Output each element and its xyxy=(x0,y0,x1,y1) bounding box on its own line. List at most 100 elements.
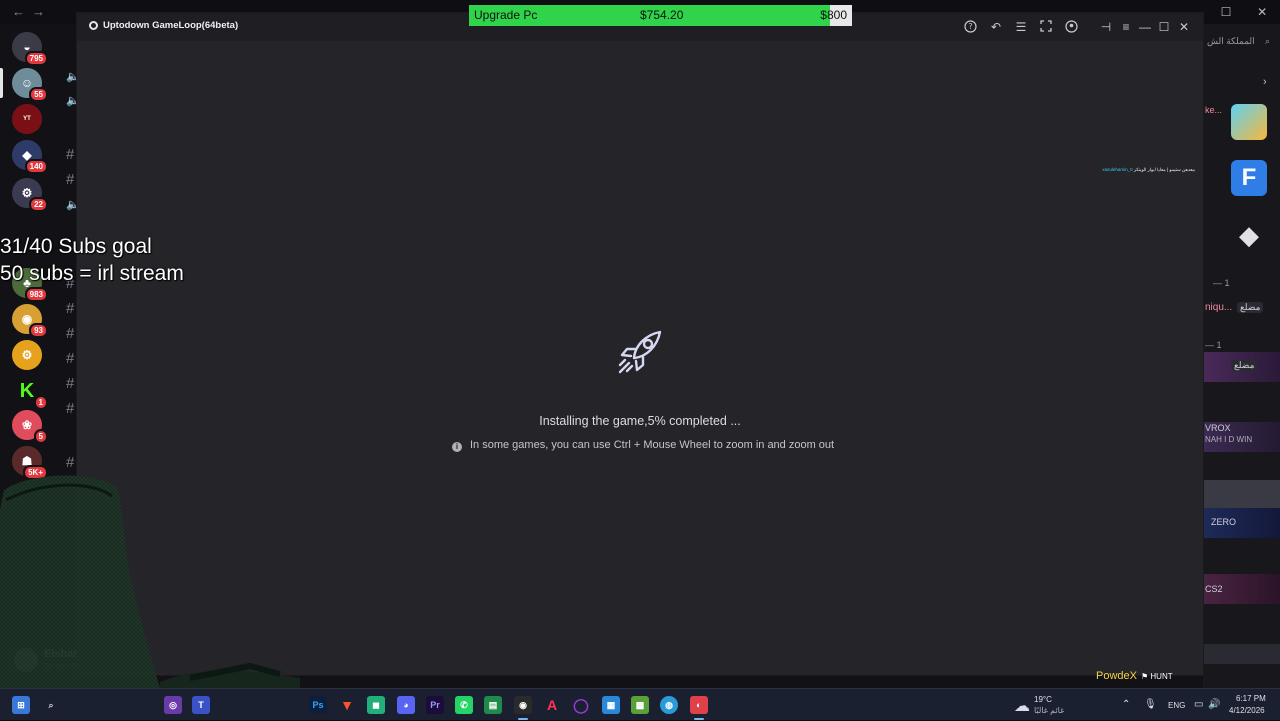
weather-desc[interactable]: غائم غالبًا xyxy=(1034,706,1064,715)
goal-current: $754.20 xyxy=(640,8,684,22)
upgrade-goal-bar: Upgrade Pc $754.20 $800 xyxy=(469,5,852,26)
server-icon-home[interactable]: ◒ 795 xyxy=(12,32,48,66)
weather-temp[interactable]: 19°C xyxy=(1034,695,1052,704)
rocket-icon xyxy=(618,330,662,374)
list-item[interactable]: niqu... xyxy=(1205,302,1232,313)
unread-badge: 983 xyxy=(24,287,48,302)
discord-icon[interactable]: ◕ xyxy=(397,696,415,714)
hash-icon[interactable]: # xyxy=(66,300,74,317)
list-item[interactable]: VROX xyxy=(1205,423,1231,433)
volume-icon[interactable]: 🔊 xyxy=(1208,699,1220,710)
clock-time[interactable]: 6:17 PM xyxy=(1236,694,1266,703)
menu-icon[interactable]: ≡ xyxy=(1119,20,1133,34)
language-indicator[interactable]: ENG xyxy=(1168,701,1185,710)
list-item: — 1 xyxy=(1205,340,1222,350)
keymap-icon[interactable]: ☰ xyxy=(1014,20,1028,34)
teams-icon[interactable]: T xyxy=(192,696,210,714)
server-icon-avatar[interactable]: ☺ 55 xyxy=(12,68,48,102)
steam-icon[interactable]: ◍ xyxy=(660,696,678,714)
server-icon-orange[interactable]: ◉ 93 xyxy=(12,304,48,338)
goal-target: $800 xyxy=(820,8,847,22)
close-icon[interactable]: ✕ xyxy=(1257,5,1267,19)
hash-icon[interactable]: # xyxy=(66,350,74,367)
obs-icon[interactable]: ◉ xyxy=(514,696,532,720)
hash-icon[interactable]: # xyxy=(66,325,74,342)
app-icon[interactable]: ▦ xyxy=(602,696,620,714)
unread-badge: 55 xyxy=(29,87,48,102)
microphone-icon[interactable]: 🎙 xyxy=(1144,699,1157,710)
app-icon[interactable]: ◎ xyxy=(164,696,182,714)
gameloop-logo-icon xyxy=(89,21,98,30)
chip[interactable]: مضلع xyxy=(1231,360,1258,371)
whatsapp-icon[interactable]: ✆ xyxy=(455,696,473,714)
sidebar-search[interactable]: المملكة الش ⌕ xyxy=(1203,30,1280,52)
clock-date[interactable]: 4/12/2026 xyxy=(1229,706,1265,715)
app-icon[interactable]: ◯ xyxy=(572,696,590,714)
stream-card[interactable] xyxy=(1203,480,1280,510)
stream-card[interactable] xyxy=(1203,644,1280,664)
info-icon: i xyxy=(452,442,462,452)
streamer-name: PowdeX xyxy=(1096,670,1137,682)
hash-icon[interactable]: # xyxy=(66,454,74,471)
chevron-right-icon[interactable]: › xyxy=(1263,76,1267,88)
server-icon-folder[interactable]: ◆ 140 xyxy=(12,140,48,174)
streamer-tag-text: HUNT xyxy=(1150,672,1173,681)
brave-icon[interactable]: ▼ xyxy=(338,696,356,714)
account-icon[interactable] xyxy=(1064,20,1078,34)
chip[interactable]: مضلع xyxy=(1237,302,1264,313)
hash-icon[interactable]: # xyxy=(66,400,74,417)
unread-badge: 5K+ xyxy=(23,465,48,480)
undo-icon[interactable]: ↶ xyxy=(989,20,1003,34)
maximize-icon[interactable]: ☐ xyxy=(1221,5,1232,19)
chevron-up-icon[interactable]: ⌃ xyxy=(1122,699,1130,710)
sheets-icon[interactable]: ▤ xyxy=(484,696,502,714)
fortnite-icon[interactable]: F xyxy=(1231,160,1267,196)
maximize-icon[interactable]: ☐ xyxy=(1157,20,1171,34)
steam-server-icon[interactable]: ⚙ xyxy=(12,340,42,370)
list-item[interactable]: ke... xyxy=(1205,105,1222,115)
gameloop-window: Uptodown GameLoop(64beta) ? ↶ ☰ ⊣ ≡ — ☐ … xyxy=(77,13,1203,675)
roblox-icon[interactable]: ◆ xyxy=(1231,217,1267,253)
unread-badge: 140 xyxy=(24,159,48,174)
streamer-tag: ⚑ HUNT xyxy=(1140,672,1173,681)
right-sidebar: المملكة الش ⌕ › ke... F ◆ — 1 niqu... مض… xyxy=(1203,24,1280,688)
stumble-guys-icon[interactable] xyxy=(1231,104,1267,140)
list-item[interactable]: ZERO xyxy=(1211,517,1236,527)
photoshop-icon[interactable]: Ps xyxy=(309,696,327,714)
help-icon[interactable]: ? xyxy=(963,20,977,34)
install-screen: xasulehamin_0 ببعدهن ستيمو | معايا ابوار… xyxy=(77,41,1203,675)
hash-icon[interactable]: # xyxy=(66,375,74,392)
unread-badge: 93 xyxy=(29,323,48,338)
gameloop-taskbar-icon[interactable]: ◐ xyxy=(690,696,708,720)
minimize-icon[interactable]: — xyxy=(1138,20,1152,34)
server-icon-red[interactable]: YT xyxy=(12,104,42,134)
avatar[interactable] xyxy=(14,648,38,672)
premiere-icon[interactable]: Pr xyxy=(426,696,444,714)
close-icon[interactable]: ✕ xyxy=(1177,20,1191,34)
forward-arrow-icon[interactable]: → xyxy=(32,4,45,19)
chat-username: xasulehamin_0 xyxy=(1102,167,1133,172)
kick-server-icon[interactable]: K1 xyxy=(12,376,48,410)
weather-cloud-icon[interactable]: ☁ xyxy=(1014,696,1030,716)
back-arrow-icon[interactable]: ← xyxy=(12,4,25,19)
server-rail: ◒ 795 ☺ 55 YT ◆ 140 ⚙ 22 ♣ 983 ◉ 93 ⚙ K1 ❀ 5 ☗ 5… xyxy=(0,28,54,668)
hash-icon[interactable]: # xyxy=(66,171,74,188)
pin-icon[interactable]: ⊣ xyxy=(1099,20,1113,34)
window-title: Uptodown GameLoop(64beta) xyxy=(103,20,239,31)
start-icon[interactable]: ⊞ xyxy=(12,696,30,714)
list-item[interactable]: CS2 xyxy=(1205,584,1223,594)
server-icon-folder-2[interactable]: ☗ 5K+ xyxy=(12,446,48,480)
app-icon[interactable]: ◼ xyxy=(367,696,385,714)
search-icon[interactable]: ⌕ xyxy=(42,696,60,714)
network-icon[interactable]: ▭ xyxy=(1194,699,1203,710)
app-icon[interactable]: A xyxy=(543,696,561,714)
system-tray: ☁ 19°C غائم غالبًا ⌃ 🎙 ENG ▭ 🔊 6:17 PM 4… xyxy=(1010,689,1280,721)
fullscreen-icon[interactable] xyxy=(1039,20,1053,34)
minecraft-icon[interactable]: ▩ xyxy=(631,696,649,714)
server-icon-pink[interactable]: ❀ 5 xyxy=(12,410,48,444)
user-status: Do Not D xyxy=(44,662,77,671)
hash-icon[interactable]: # xyxy=(66,146,74,163)
unread-badge: 5 xyxy=(33,429,48,444)
chat-message: ببعدهن ستيمو | معايا ابوار الوينكر xyxy=(1133,167,1195,172)
server-icon-group[interactable]: ⚙ 22 xyxy=(12,178,48,212)
